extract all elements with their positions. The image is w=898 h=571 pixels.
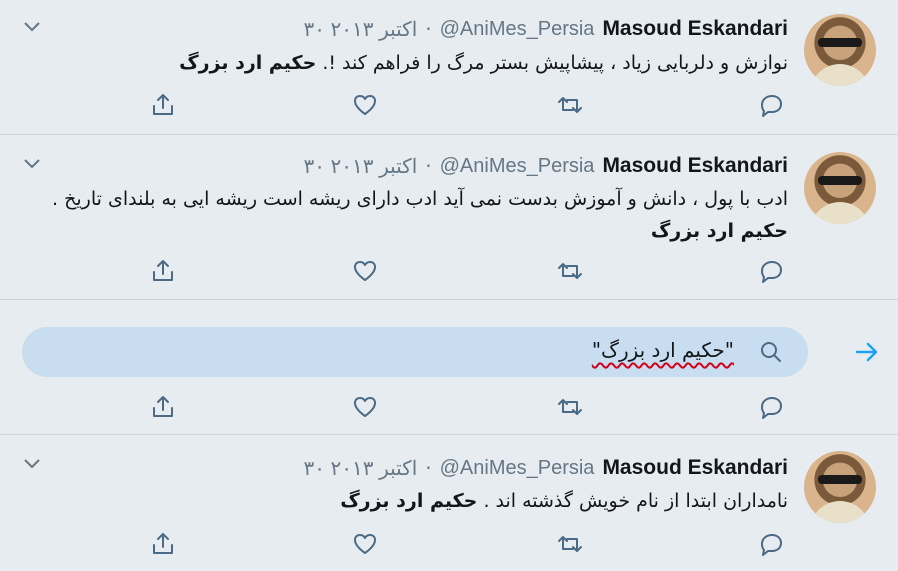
chevron-down-icon[interactable] xyxy=(22,20,42,34)
tweet-text: نوازش و دلربایی زیاد ، پیشاپیش بستر مرگ … xyxy=(18,47,788,79)
tweet[interactable]: ۳۰ اکتبر ۲۰۱۳ · @AniMes_Persia Masoud Es… xyxy=(0,0,898,135)
avatar[interactable] xyxy=(804,14,876,86)
tweet-text-content: نامداران ابتدا از نام خویش گذشته اند . xyxy=(483,490,788,512)
avatar[interactable] xyxy=(804,152,876,224)
share-icon[interactable] xyxy=(150,92,176,118)
user-name[interactable]: Masoud Eskandari xyxy=(602,17,788,41)
tweet-text: نامداران ابتدا از نام خویش گذشته اند . ح… xyxy=(18,485,788,517)
share-icon[interactable] xyxy=(150,531,176,557)
tweet-date[interactable]: ۳۰ اکتبر ۲۰۱۳ xyxy=(304,154,418,179)
hashtag-signature[interactable]: حکیم ارد بزرگ xyxy=(179,52,316,74)
retweet-icon[interactable] xyxy=(557,394,583,420)
tweet[interactable]: ۳۰ اکتبر ۲۰۱۳ · @AniMes_Persia Masoud Es… xyxy=(0,135,898,300)
chevron-down-icon[interactable] xyxy=(22,157,42,171)
chevron-down-icon[interactable] xyxy=(22,457,42,471)
share-icon[interactable] xyxy=(150,258,176,284)
search-icon[interactable] xyxy=(758,339,784,365)
tweet-header: ۳۰ اکتبر ۲۰۱۳ · @AniMes_Persia Masoud Es… xyxy=(304,153,789,179)
like-heart-icon[interactable] xyxy=(352,394,378,420)
user-handle[interactable]: @AniMes_Persia xyxy=(440,18,595,41)
tweet-actions xyxy=(0,92,898,122)
tweet-actions xyxy=(0,258,898,288)
search-input[interactable]: "حکیم ارد بزرگ" xyxy=(22,327,808,377)
tweet-text-content: ادب با پول ، دانش و آموزش بدست نمی آید ا… xyxy=(52,188,788,210)
user-handle[interactable]: @AniMes_Persia xyxy=(440,457,595,480)
tweet-actions xyxy=(0,394,898,424)
reply-icon[interactable] xyxy=(758,258,784,284)
retweet-icon[interactable] xyxy=(557,92,583,118)
retweet-icon[interactable] xyxy=(557,531,583,557)
avatar[interactable] xyxy=(804,451,876,523)
share-icon[interactable] xyxy=(150,394,176,420)
search-bar-row: "حکیم ارد بزرگ" xyxy=(0,316,898,388)
like-heart-icon[interactable] xyxy=(352,531,378,557)
tweet-header: ۳۰ اکتبر ۲۰۱۳ · @AniMes_Persia Masoud Es… xyxy=(304,455,789,481)
tweet-date[interactable]: ۳۰ اکتبر ۲۰۱۳ xyxy=(304,17,418,42)
tweet-actions xyxy=(0,531,898,561)
dot-separator: · xyxy=(425,17,432,41)
tweet-text-content: نوازش و دلربایی زیاد ، پیشاپیش بستر مرگ … xyxy=(322,52,788,74)
search-query[interactable]: "حکیم ارد بزرگ" xyxy=(592,338,734,362)
like-heart-icon[interactable] xyxy=(352,258,378,284)
hashtag-signature[interactable]: حکیم ارد بزرگ xyxy=(651,220,788,242)
user-name[interactable]: Masoud Eskandari xyxy=(602,456,788,480)
tweet-partial[interactable] xyxy=(0,390,898,435)
tweet-date[interactable]: ۳۰ اکتبر ۲۰۱۳ xyxy=(304,456,418,481)
tweet[interactable]: ۳۰ اکتبر ۲۰۱۳ · @AniMes_Persia Masoud Es… xyxy=(0,435,898,571)
dot-separator: · xyxy=(425,154,432,178)
arrow-right-icon[interactable] xyxy=(854,340,880,364)
dot-separator: · xyxy=(425,456,432,480)
user-handle[interactable]: @AniMes_Persia xyxy=(440,155,595,178)
reply-icon[interactable] xyxy=(758,92,784,118)
user-name[interactable]: Masoud Eskandari xyxy=(602,154,788,178)
retweet-icon[interactable] xyxy=(557,258,583,284)
tweet-header: ۳۰ اکتبر ۲۰۱۳ · @AniMes_Persia Masoud Es… xyxy=(304,16,789,42)
hashtag-signature[interactable]: حکیم ارد بزرگ xyxy=(340,490,477,512)
reply-icon[interactable] xyxy=(758,394,784,420)
like-heart-icon[interactable] xyxy=(352,92,378,118)
reply-icon[interactable] xyxy=(758,531,784,557)
tweet-text: ادب با پول ، دانش و آموزش بدست نمی آید ا… xyxy=(18,183,788,247)
